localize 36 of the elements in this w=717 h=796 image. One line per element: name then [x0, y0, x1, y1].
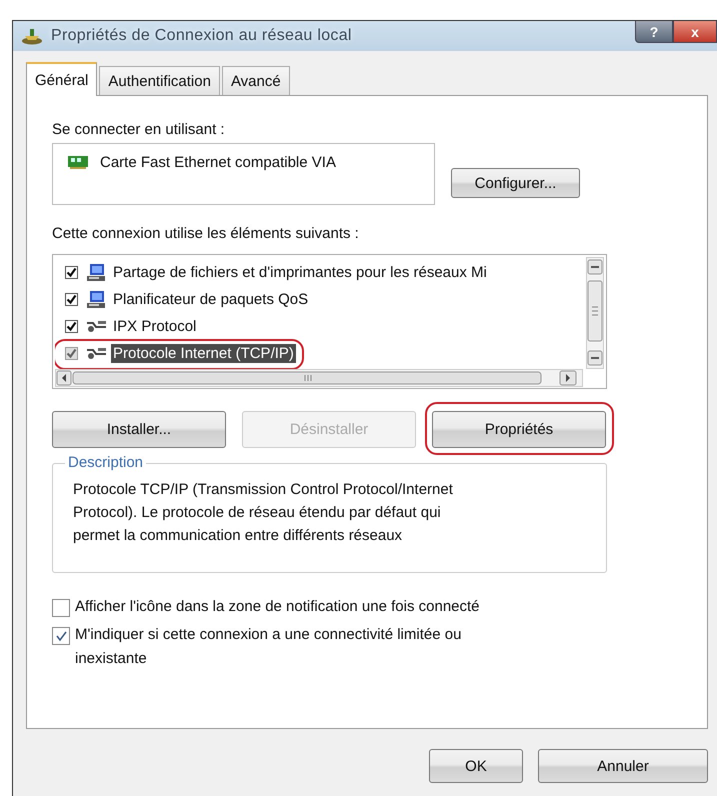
checkbox[interactable]: [65, 293, 78, 306]
tab[interactable]: Authentification: [99, 66, 220, 95]
ok-button[interactable]: OK: [429, 749, 523, 783]
checkbox[interactable]: [52, 627, 70, 645]
adapter-name: Carte Fast Ethernet compatible VIA: [100, 154, 336, 171]
checkbox-label: Afficher l'icône dans la zone de notification une fois connecté: [75, 597, 481, 617]
tab[interactable]: Général: [26, 62, 98, 96]
section-label: Se connecter en utilisant :: [52, 121, 226, 138]
checkbox-label: M'indiquer si cette connexion a une connectivité limitée ou inexistante: [75, 625, 462, 669]
network-icon: [21, 27, 43, 45]
cancel-button[interactable]: Annuler: [538, 749, 708, 783]
list-item[interactable]: Partage de fichiers et d'imprimantes pour les réseaux Mi: [111, 263, 489, 282]
computer-icon: [86, 290, 108, 310]
action-button[interactable]: Installer...: [52, 411, 226, 448]
tab[interactable]: Avancé: [222, 66, 290, 95]
checkbox[interactable]: [65, 266, 78, 279]
check-icon: [66, 267, 77, 278]
check-icon: [66, 294, 77, 305]
checkbox[interactable]: [65, 320, 78, 333]
configure-button[interactable]: Configurer...: [451, 168, 580, 198]
window-title: Propriétés de Connexion au réseau local: [51, 27, 352, 45]
check-icon: [55, 630, 67, 642]
list-item[interactable]: IPX Protocol: [111, 317, 198, 336]
checkbox[interactable]: [52, 599, 70, 617]
list-item[interactable]: Planificateur de paquets QoS: [111, 290, 310, 309]
description-text: Protocole TCP/IP (Transmission Control Protocol/Internet Protocol). Le protocole de réseau étendu par défaut qui permet la communication entre différents réseaux: [73, 480, 454, 546]
list-item[interactable]: Protocole Internet (TCP/IP): [111, 344, 296, 363]
close-button[interactable]: x: [673, 21, 717, 43]
action-button[interactable]: Propriétés: [432, 411, 606, 448]
section-label: Cette connexion utilise les éléments suivants :: [52, 225, 360, 242]
group-title: Description: [65, 454, 146, 471]
check-icon: [66, 321, 77, 332]
computer-icon: [86, 262, 108, 282]
check-icon: [66, 348, 77, 359]
network-card-icon: [68, 155, 88, 169]
checkbox[interactable]: [65, 347, 78, 360]
